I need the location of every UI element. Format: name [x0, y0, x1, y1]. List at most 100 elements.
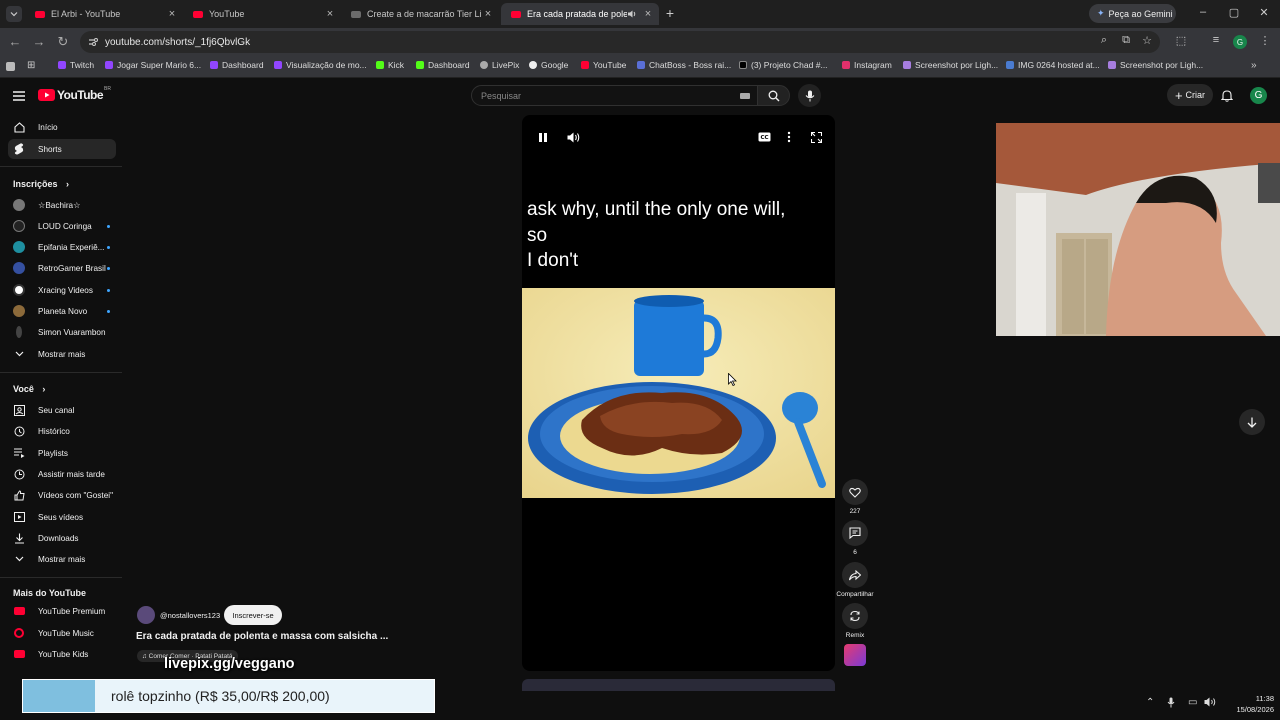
remix-button[interactable]	[842, 603, 868, 629]
guide-menu-icon[interactable]	[12, 89, 26, 101]
sidebar-item-shorts[interactable]: Shorts	[8, 139, 116, 159]
sidebar-item-youtube-kids[interactable]: YouTube Kids	[8, 644, 116, 664]
forward-button[interactable]: →	[31, 34, 47, 49]
captions-button[interactable]: CC	[756, 129, 772, 145]
sidebar-item-label: Playlists	[38, 448, 69, 458]
restore-button[interactable]: ▢	[1226, 6, 1242, 19]
reading-list-icon[interactable]: ≡	[1208, 34, 1224, 46]
tab-close-icon[interactable]: ×	[641, 8, 655, 20]
bookmark-dashboard-1[interactable]: Dashboard	[210, 60, 264, 70]
back-button[interactable]: ←	[7, 34, 23, 49]
bookmark-instagram[interactable]: Instagram	[842, 60, 892, 70]
volume-button[interactable]	[565, 129, 581, 145]
subscriptions-header[interactable]: Inscrições ›	[13, 179, 69, 189]
more-options-button[interactable]	[781, 129, 797, 145]
sidebar-sub-epifania[interactable]: Epifania Experiê...	[8, 237, 116, 257]
tab-el-arbi[interactable]: El Arbi - YouTube ×	[25, 3, 183, 25]
volume-tray-icon[interactable]	[1204, 697, 1216, 710]
sidebar-item-liked-videos[interactable]: Vídeos com "Gostei"	[8, 485, 116, 505]
extensions-icon[interactable]: ⬚	[1173, 34, 1189, 47]
bookmark-mario[interactable]: Jogar Super Mario 6...	[105, 60, 201, 70]
tab-youtube[interactable]: YouTube ×	[183, 3, 341, 25]
like-button[interactable]	[842, 479, 868, 505]
sidebar-show-more-subs[interactable]: Mostrar mais	[8, 344, 116, 364]
sidebar-sub-bachira[interactable]: ☆Bachira☆	[8, 195, 116, 215]
bookmark-img-0264[interactable]: IMG 0264 hosted at...	[1006, 60, 1100, 70]
tab-list-button[interactable]	[6, 6, 22, 22]
speaker-icon[interactable]	[627, 9, 637, 19]
sidebar-item-watch-later[interactable]: Assistir mais tarde	[8, 464, 116, 484]
sidebar-item-seu-canal[interactable]: Seu canal	[8, 400, 116, 420]
bookmark-square-icon[interactable]	[6, 62, 15, 71]
subscribe-button[interactable]: Inscrever-se	[224, 605, 282, 625]
site-info-icon[interactable]	[88, 37, 98, 47]
bookmark-dashboard-2[interactable]: Dashboard	[416, 60, 470, 70]
share-button[interactable]	[842, 562, 868, 588]
channel-name[interactable]: @nostallovers123	[160, 611, 220, 620]
sidebar-item-label: Downloads	[38, 533, 79, 543]
keyboard-icon[interactable]	[740, 93, 750, 99]
create-button[interactable]: + Criar	[1167, 84, 1213, 106]
minimize-button[interactable]: –	[1195, 6, 1211, 18]
short-title[interactable]: Era cada pratada de polenta e massa com …	[136, 631, 388, 642]
menu-kebab-icon[interactable]: ⋮	[1257, 34, 1273, 47]
network-icon[interactable]: ▭	[1188, 697, 1197, 708]
search-button[interactable]	[757, 85, 790, 106]
close-window-button[interactable]: ✕	[1256, 6, 1272, 19]
bookmark-screenshot-1[interactable]: Screenshot por Ligh...	[903, 60, 998, 70]
channel-avatar[interactable]	[137, 606, 155, 624]
tab-tier-list[interactable]: Create a de macarrão Tier List ×	[341, 3, 499, 25]
taskbar-clock[interactable]: 11:38 15/08/2026	[1222, 693, 1274, 715]
cast-icon[interactable]: ⧉	[1118, 34, 1134, 47]
bookmark-screenshot-2[interactable]: Screenshot por Ligh...	[1108, 60, 1203, 70]
sidebar-item-youtube-premium[interactable]: YouTube Premium	[8, 601, 116, 621]
zoom-icon[interactable]: ⌕	[1096, 34, 1112, 47]
sidebar-item-inicio[interactable]: Início	[8, 117, 116, 137]
sidebar-item-playlists[interactable]: Playlists	[8, 443, 116, 463]
bookmark-chatboss[interactable]: ChatBoss - Boss rai...	[637, 60, 731, 70]
bookmark-twitch[interactable]: Twitch	[58, 60, 94, 70]
reload-button[interactable]: ↻	[55, 34, 71, 50]
bookmark-star-icon[interactable]: ☆	[1139, 34, 1155, 47]
search-input[interactable]: Pesquisar	[471, 85, 758, 106]
audio-thumbnail[interactable]	[844, 644, 866, 666]
you-header[interactable]: Você ›	[13, 384, 45, 394]
notifications-button[interactable]	[1220, 89, 1234, 107]
comments-button[interactable]	[842, 520, 868, 546]
profile-avatar[interactable]: G	[1233, 35, 1247, 49]
sidebar-item-youtube-music[interactable]: YouTube Music	[8, 623, 116, 643]
apps-grid-icon[interactable]: ⊞	[27, 60, 35, 71]
tab-close-icon[interactable]: ×	[481, 8, 495, 20]
fullscreen-button[interactable]	[808, 129, 824, 145]
sidebar-sub-xracing[interactable]: Xracing Videos	[8, 280, 116, 300]
youtube-logo[interactable]: YouTube BR	[38, 86, 111, 102]
gemini-button[interactable]: ✦ Peça ao Gemini	[1089, 4, 1176, 23]
bookmarks-overflow-icon[interactable]: »	[1251, 60, 1257, 71]
tab-polenta-active[interactable]: Era cada pratada de polenta ×	[501, 3, 659, 25]
pause-button[interactable]	[535, 129, 551, 145]
bookmark-livepix[interactable]: LivePix	[480, 60, 519, 70]
bookmark-google[interactable]: Google	[529, 60, 568, 70]
sidebar-sub-planeta-novo[interactable]: Planeta Novo	[8, 301, 116, 321]
sidebar-sub-retrogamer[interactable]: RetroGamer Brasil	[8, 258, 116, 278]
bookmark-projeto-chad[interactable]: (3) Projeto Chad #...	[739, 60, 828, 70]
sidebar-show-more-you[interactable]: Mostrar mais	[8, 549, 116, 569]
bookmark-kick[interactable]: Kick	[376, 60, 404, 70]
tray-overflow-icon[interactable]: ⌃	[1146, 697, 1154, 708]
sidebar-item-historico[interactable]: Histórico	[8, 421, 116, 441]
voice-search-button[interactable]	[798, 84, 821, 107]
address-bar[interactable]: youtube.com/shorts/_1fj6QbvlGk	[80, 31, 1160, 53]
tab-close-icon[interactable]: ×	[165, 8, 179, 20]
sidebar-sub-loud-coringa[interactable]: LOUD Coringa	[8, 216, 116, 236]
account-avatar[interactable]: G	[1250, 87, 1267, 104]
bookmark-visualizacao[interactable]: Visualização de mo...	[274, 60, 367, 70]
next-short-preview[interactable]	[522, 679, 835, 691]
tab-close-icon[interactable]: ×	[323, 8, 337, 20]
next-short-button[interactable]	[1239, 409, 1265, 435]
sidebar-item-seus-videos[interactable]: Seus vídeos	[8, 507, 116, 527]
sidebar-sub-simon[interactable]: Simon Vuarambon	[8, 322, 116, 342]
bookmark-youtube[interactable]: YouTube	[581, 60, 626, 70]
new-tab-button[interactable]: +	[663, 5, 677, 21]
microphone-tray-icon[interactable]	[1167, 697, 1175, 711]
sidebar-item-downloads[interactable]: Downloads	[8, 528, 116, 548]
